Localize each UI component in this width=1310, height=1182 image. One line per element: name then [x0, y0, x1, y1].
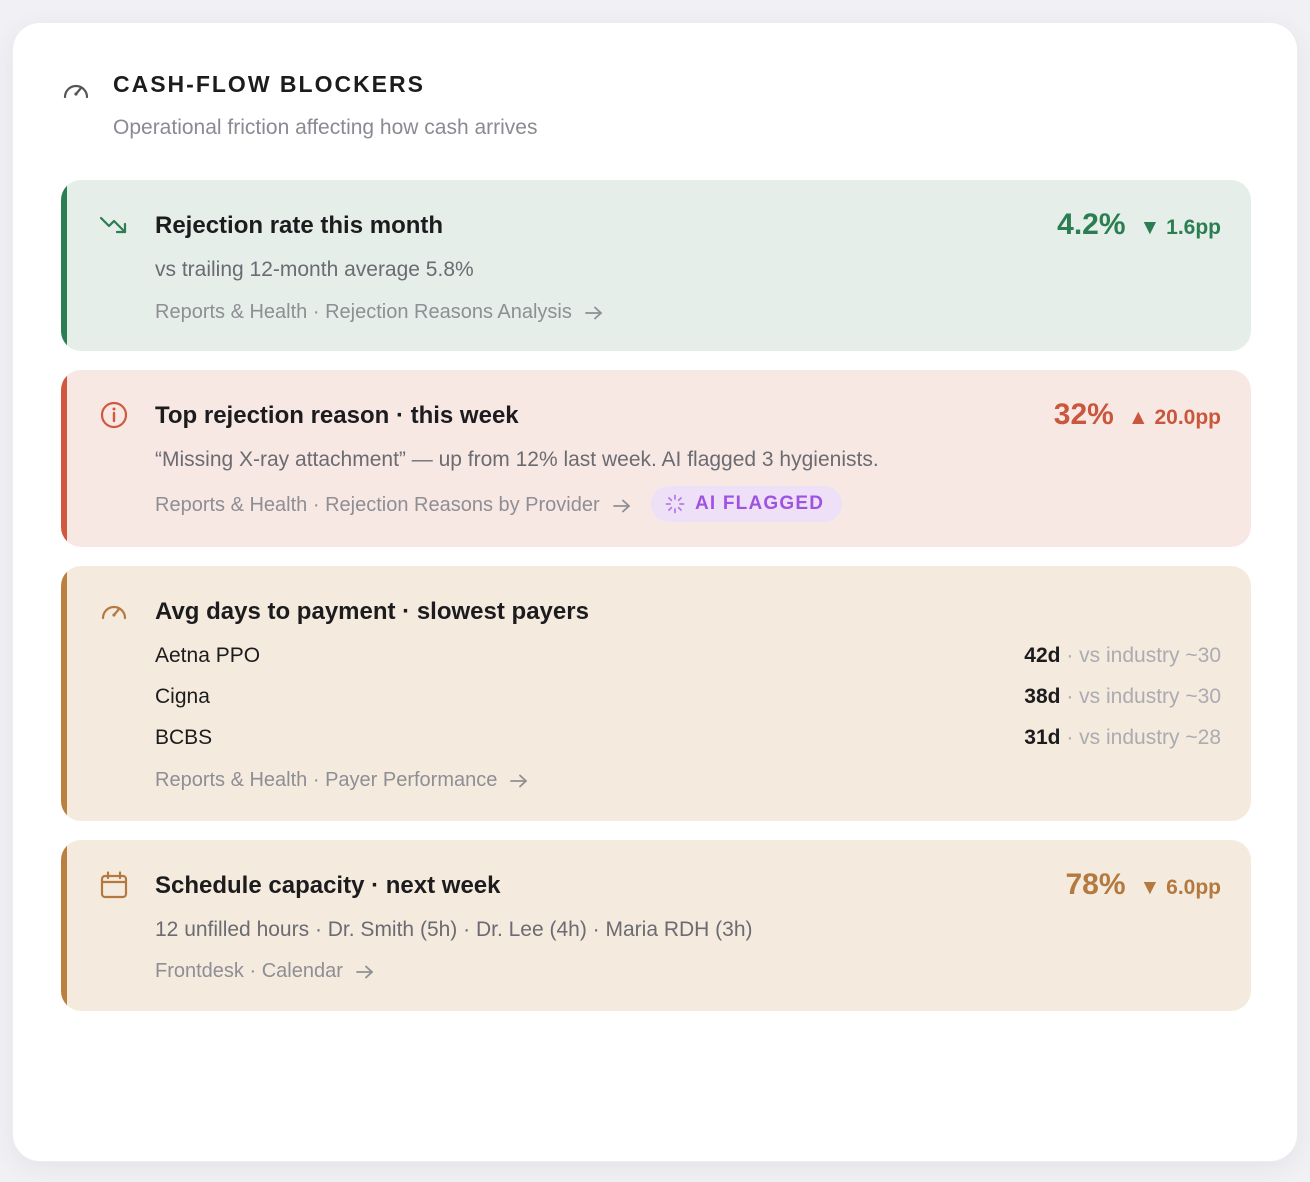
metric: 4.2% ▼ 1.6pp: [1057, 208, 1221, 242]
info-circle-icon: [100, 401, 128, 429]
arrow-right-icon: [584, 306, 602, 319]
payer-days: 38d: [1024, 685, 1061, 708]
top-rejection-reason-card: Top rejection reason · this week “Missin…: [61, 370, 1251, 547]
link-label: Frontdesk · Calendar: [155, 960, 343, 982]
panel-title: CASH-FLOW BLOCKERS: [113, 71, 425, 97]
payer-industry-benchmark: vs industry ~28: [1079, 726, 1221, 749]
card-description: “Missing X-ray attachment” — up from 12%…: [155, 448, 879, 471]
card-title: Schedule capacity · next week: [155, 872, 501, 899]
payer-row: Cigna 38d · vs industry ~30: [155, 685, 1221, 715]
frontdesk-calendar-link[interactable]: Frontdesk · Calendar: [155, 960, 375, 983]
separator: ·: [1066, 644, 1074, 667]
days-to-payment-card: Avg days to payment · slowest payers Aet…: [61, 566, 1251, 821]
payer-name: Aetna PPO: [155, 644, 261, 667]
payer-name: Cigna: [155, 685, 210, 708]
separator: ·: [1066, 685, 1074, 708]
schedule-capacity-card: Schedule capacity · next week 12 unfille…: [61, 840, 1251, 1011]
calendar-icon: [100, 871, 128, 899]
payer-row: BCBS 31d · vs industry ~28: [155, 726, 1221, 756]
card-description: 12 unfilled hours · Dr. Smith (5h) · Dr.…: [155, 918, 753, 941]
link-label: Reports & Health · Rejection Reasons Ana…: [155, 301, 572, 323]
cash-flow-blockers-panel: CASH-FLOW BLOCKERS Operational friction …: [12, 22, 1298, 1162]
link-label: Reports & Health · Payer Performance: [155, 769, 498, 791]
payer-row: Aetna PPO 42d · vs industry ~30: [155, 644, 1221, 674]
metric-value: 4.2%: [1057, 208, 1126, 241]
metric-value: 78%: [1065, 868, 1126, 901]
rejection-rate-card: Rejection rate this month vs trailing 12…: [61, 180, 1251, 351]
payer-stat: 31d · vs industry ~28: [1024, 726, 1221, 750]
metric-value: 32%: [1053, 398, 1114, 431]
payer-days: 31d: [1024, 726, 1061, 749]
gauge-icon: [63, 84, 89, 99]
badge-label: AI FLAGGED: [695, 493, 825, 514]
payer-stat: 38d · vs industry ~30: [1024, 685, 1221, 709]
metric-delta: ▲ 20.0pp: [1127, 406, 1221, 429]
payer-days: 42d: [1024, 644, 1061, 667]
trending-down-icon: [99, 216, 127, 234]
metric: 32% ▲ 20.0pp: [1054, 398, 1221, 432]
card-accent-bar: [61, 370, 67, 547]
payer-stat: 42d · vs industry ~30: [1024, 644, 1221, 668]
rejection-reasons-by-provider-link[interactable]: Reports & Health · Rejection Reasons by …: [155, 494, 632, 517]
card-title: Avg days to payment · slowest payers: [155, 598, 589, 625]
metric-delta: ▼ 1.6pp: [1139, 216, 1221, 239]
arrow-right-icon: [612, 499, 630, 512]
arrow-right-icon: [510, 774, 528, 787]
card-description: vs trailing 12-month average 5.8%: [155, 258, 474, 281]
card-title: Top rejection reason · this week: [155, 402, 519, 429]
metric: 78% ▼ 6.0pp: [1065, 868, 1221, 902]
card-title: Rejection rate this month: [155, 212, 444, 239]
rejection-reasons-analysis-link[interactable]: Reports & Health · Rejection Reasons Ana…: [155, 301, 604, 324]
card-accent-bar: [61, 840, 67, 1011]
separator: ·: [1066, 726, 1074, 749]
payer-performance-link[interactable]: Reports & Health · Payer Performance: [155, 769, 529, 792]
link-label: Reports & Health · Rejection Reasons by …: [155, 494, 600, 516]
arrow-right-icon: [355, 965, 373, 978]
ai-flagged-badge[interactable]: AI FLAGGED: [651, 486, 843, 522]
gauge-icon: [101, 605, 127, 620]
panel-subtitle: Operational friction affecting how cash …: [113, 116, 538, 139]
payer-industry-benchmark: vs industry ~30: [1079, 685, 1221, 708]
card-accent-bar: [61, 566, 67, 821]
metric-delta: ▼ 6.0pp: [1139, 876, 1221, 899]
sparkle-loader-icon: [665, 494, 685, 514]
payer-name: BCBS: [155, 726, 213, 749]
payer-industry-benchmark: vs industry ~30: [1079, 644, 1221, 667]
card-accent-bar: [61, 180, 67, 351]
